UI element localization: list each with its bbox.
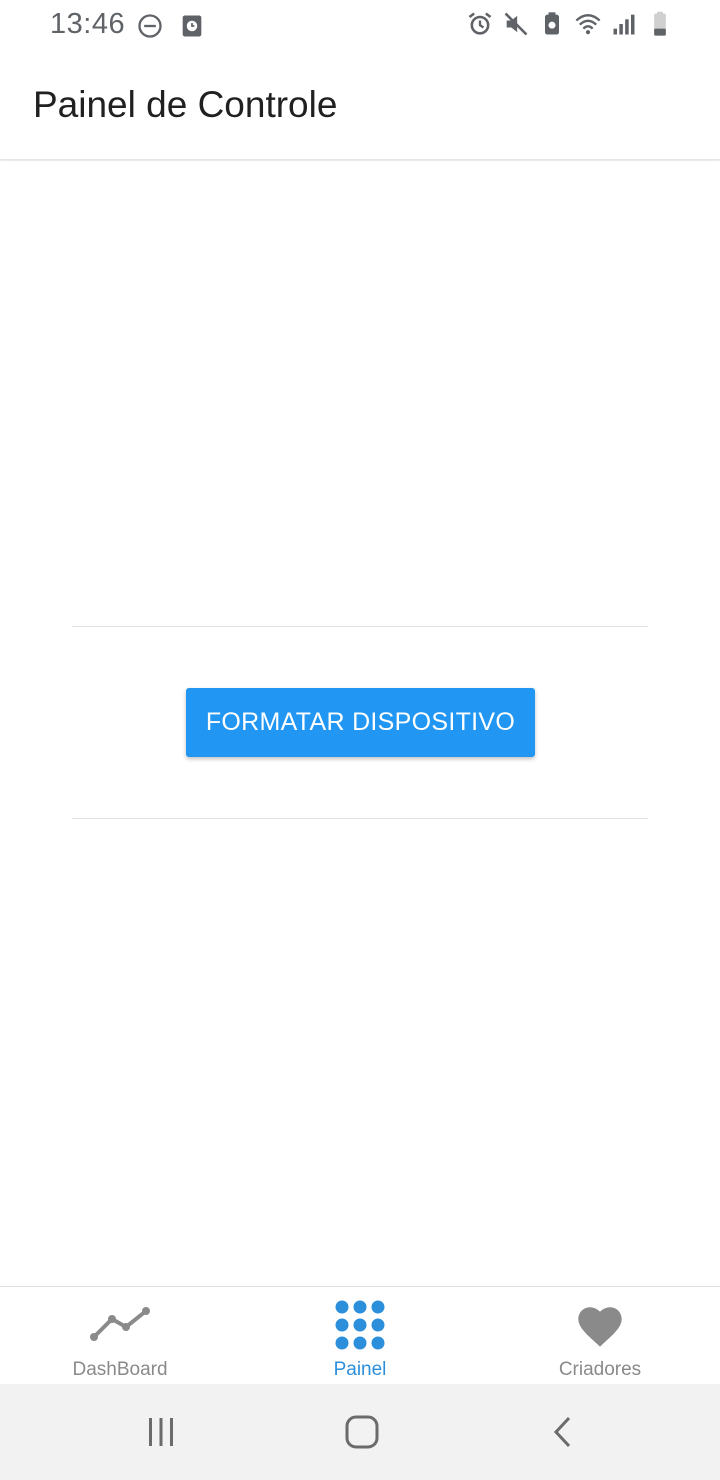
recent-apps-icon[interactable] xyxy=(141,1412,181,1452)
divider-top xyxy=(72,626,648,627)
battery-icon xyxy=(654,11,666,36)
bottom-nav: DashBoard Painel Criadores xyxy=(0,1286,720,1384)
dots-grid-icon xyxy=(330,1299,390,1351)
nav-label-dashboard: DashBoard xyxy=(72,1359,168,1380)
battery-saver-icon xyxy=(545,12,559,35)
page-title: Painel de Controle xyxy=(33,84,338,125)
wifi-icon xyxy=(575,14,601,35)
alarm-icon xyxy=(468,12,492,35)
system-nav xyxy=(0,1384,720,1480)
back-icon[interactable] xyxy=(544,1412,584,1452)
nav-item-painel[interactable]: Painel xyxy=(240,1287,480,1384)
divider-bottom xyxy=(72,818,648,819)
line-chart-icon xyxy=(90,1299,150,1351)
status-left-icons xyxy=(136,12,206,40)
nav-item-dashboard[interactable]: DashBoard xyxy=(0,1287,240,1384)
format-device-button[interactable]: FORMATAR DISPOSITIVO xyxy=(186,688,535,757)
nav-label-painel: Painel xyxy=(333,1359,387,1380)
nav-label-criadores: Criadores xyxy=(558,1359,642,1380)
status-time: 13:46 xyxy=(50,8,126,40)
mute-icon xyxy=(504,12,528,36)
heart-icon xyxy=(570,1299,630,1351)
nav-item-criadores[interactable]: Criadores xyxy=(480,1287,720,1384)
home-icon[interactable] xyxy=(342,1412,382,1452)
app-bar: Painel de Controle xyxy=(0,50,720,160)
status-right-icons xyxy=(466,10,674,38)
main-content: FORMATAR DISPOSITIVO xyxy=(0,161,720,1286)
signal-icon xyxy=(613,14,635,35)
screenshot-icon xyxy=(182,15,202,37)
do-not-disturb-icon xyxy=(138,14,162,38)
status-bar: 13:46 xyxy=(0,0,720,50)
